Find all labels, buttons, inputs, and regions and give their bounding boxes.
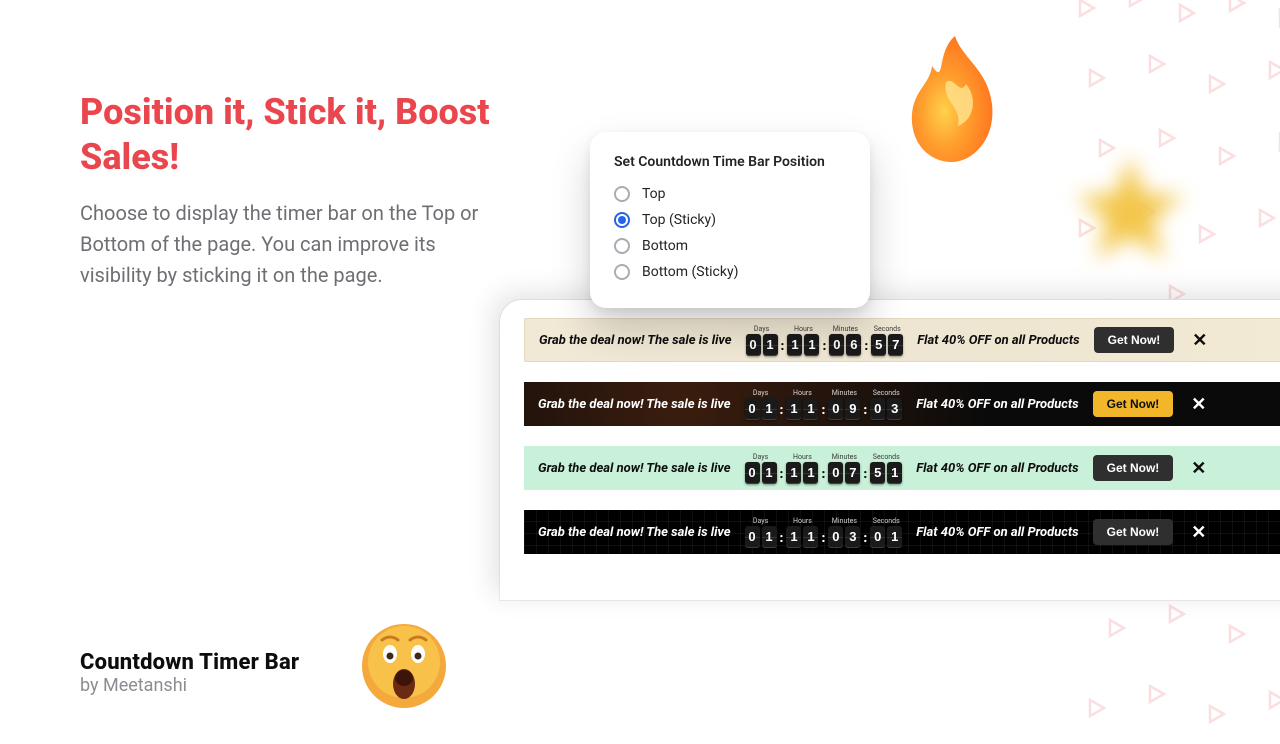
bar-message: Grab the deal now! The sale is live bbox=[538, 525, 731, 540]
cta-button[interactable]: Get Now! bbox=[1093, 455, 1174, 481]
radio-label: Bottom (Sticky) bbox=[642, 264, 738, 280]
hero-title: Position it, Stick it, Boost Sales! bbox=[80, 90, 500, 180]
bar-message: Grab the deal now! The sale is live bbox=[539, 333, 732, 348]
bar-offer-text: Flat 40% OFF on all Products bbox=[916, 525, 1078, 540]
cta-button[interactable]: Get Now! bbox=[1094, 327, 1175, 353]
close-icon[interactable]: ✕ bbox=[1187, 458, 1214, 479]
bar-message: Grab the deal now! The sale is live bbox=[538, 397, 731, 412]
position-option-bottom[interactable]: Bottom bbox=[614, 234, 846, 258]
position-settings-card: Set Countdown Time Bar Position Top Top (… bbox=[590, 132, 870, 308]
bar-offer-text: Flat 40% OFF on all Products bbox=[916, 397, 1078, 412]
timer-bar-preview-panel: Grab the deal now! The sale is live Days0… bbox=[500, 300, 1280, 600]
position-option-top[interactable]: Top bbox=[614, 182, 846, 206]
close-icon[interactable]: ✕ bbox=[1187, 394, 1214, 415]
close-icon[interactable]: ✕ bbox=[1188, 330, 1215, 351]
bar-offer-text: Flat 40% OFF on all Products bbox=[916, 461, 1078, 476]
fire-icon bbox=[900, 28, 1010, 168]
radio-icon bbox=[614, 186, 630, 202]
bar-offer-text: Flat 40% OFF on all Products bbox=[917, 333, 1079, 348]
cta-button[interactable]: Get Now! bbox=[1093, 519, 1174, 545]
bar-message: Grab the deal now! The sale is live bbox=[538, 461, 731, 476]
countdown-timer: Days01:Hours11:Minutes06:Seconds57 bbox=[746, 325, 904, 356]
countdown-timer: Days01:Hours11:Minutes09:Seconds03 bbox=[745, 389, 903, 420]
radio-icon bbox=[614, 264, 630, 280]
timer-bar-preview-4: Grab the deal now! The sale is live Days0… bbox=[524, 510, 1280, 554]
timer-bar-preview-3: Grab the deal now! The sale is live Days0… bbox=[524, 446, 1280, 490]
brand-name: Countdown Timer Bar bbox=[80, 650, 299, 675]
wow-emoji-icon bbox=[360, 622, 448, 710]
radio-icon bbox=[614, 238, 630, 254]
timer-bar-preview-2: Grab the deal now! The sale is live Days0… bbox=[524, 382, 1280, 426]
position-option-top-sticky[interactable]: Top (Sticky) bbox=[614, 208, 846, 232]
radio-label: Top (Sticky) bbox=[642, 212, 716, 228]
hero-description: Choose to display the timer bar on the T… bbox=[80, 198, 500, 291]
star-blur-icon bbox=[1070, 150, 1190, 270]
radio-icon bbox=[614, 212, 630, 228]
position-option-bottom-sticky[interactable]: Bottom (Sticky) bbox=[614, 260, 846, 284]
countdown-timer: Days01:Hours11:Minutes07:Seconds51 bbox=[745, 453, 903, 484]
close-icon[interactable]: ✕ bbox=[1187, 522, 1214, 543]
countdown-timer: Days01:Hours11:Minutes03:Seconds01 bbox=[745, 517, 903, 548]
settings-title: Set Countdown Time Bar Position bbox=[614, 154, 846, 170]
radio-label: Bottom bbox=[642, 238, 688, 254]
cta-button[interactable]: Get Now! bbox=[1093, 391, 1174, 417]
brand-byline: by Meetanshi bbox=[80, 675, 299, 696]
brand-block: Countdown Timer Bar by Meetanshi bbox=[80, 650, 299, 696]
radio-label: Top bbox=[642, 186, 666, 202]
timer-bar-preview-1: Grab the deal now! The sale is live Days0… bbox=[524, 318, 1280, 362]
